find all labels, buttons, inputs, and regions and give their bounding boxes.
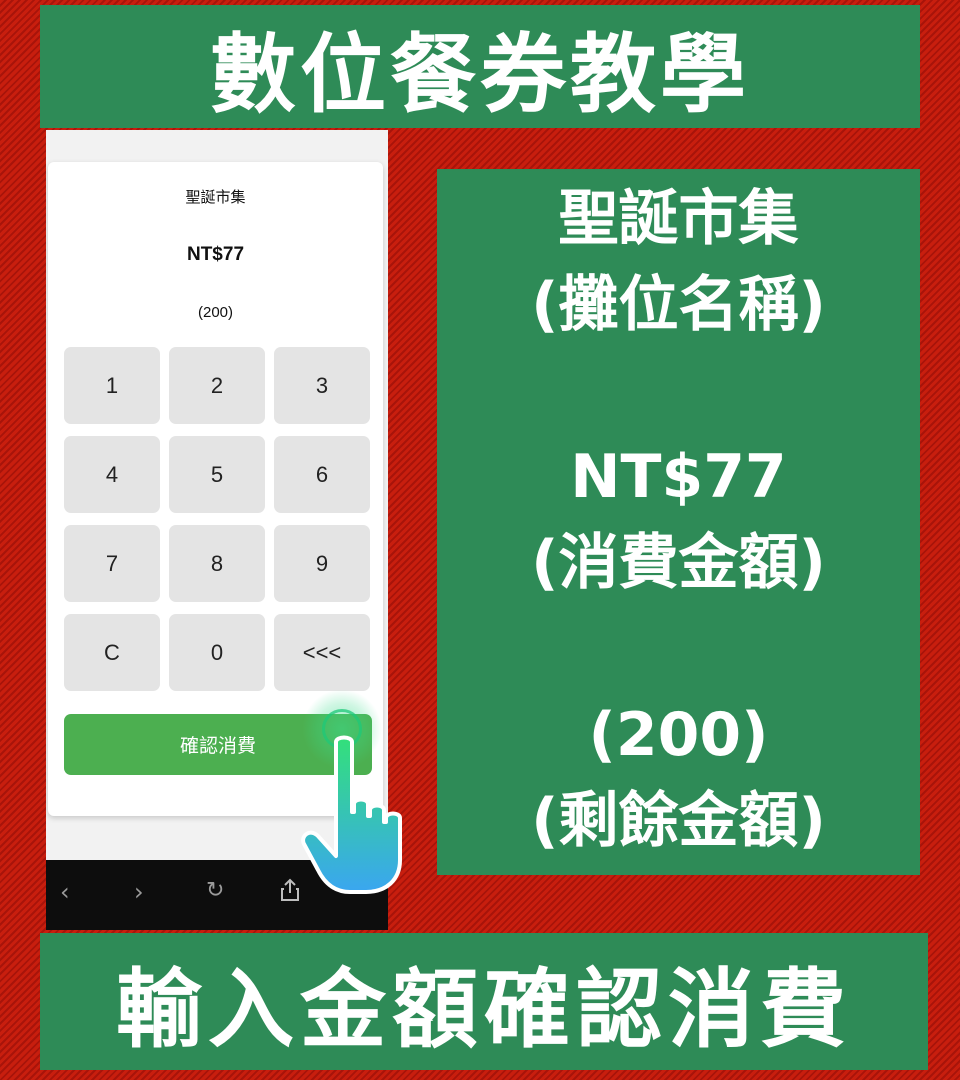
balance-caption: (剩餘金額) (531, 786, 826, 856)
keypad-key-backspace[interactable]: <<< (274, 614, 370, 691)
share-icon[interactable] (280, 878, 300, 908)
amount-caption: (消費金額) (531, 528, 826, 598)
pointing-hand-icon (301, 735, 402, 894)
info-panel: 聖誕市集 (攤位名稱) NT$77 (消費金額) (200) (剩餘金額) (437, 169, 920, 875)
keypad-key-2[interactable]: 2 (169, 347, 265, 424)
amount-large: NT$77 (570, 442, 787, 512)
amount-display: NT$77 (186, 244, 245, 265)
back-icon[interactable]: ‹ (60, 878, 70, 906)
top-banner-title: 數位餐券教學 (40, 5, 920, 128)
balance-large: (200) (588, 700, 769, 770)
stall-name-caption: (攤位名稱) (531, 270, 826, 340)
keypad-key-6[interactable]: 6 (274, 436, 370, 513)
reload-icon[interactable]: ↻ (206, 878, 224, 903)
keypad-key-clear[interactable]: C (64, 614, 160, 691)
bottom-banner-title: 輸入金額確認消費 (40, 933, 928, 1070)
keypad-key-9[interactable]: 9 (274, 525, 370, 602)
keypad-key-3[interactable]: 3 (274, 347, 370, 424)
keypad-key-0[interactable]: 0 (169, 614, 265, 691)
keypad-key-4[interactable]: 4 (64, 436, 160, 513)
stall-name: 聖誕市集 (185, 189, 246, 206)
forward-icon[interactable]: › (134, 878, 144, 906)
keypad-key-1[interactable]: 1 (64, 347, 160, 424)
keypad-key-7[interactable]: 7 (64, 525, 160, 602)
stall-name-large: 聖誕市集 (558, 184, 799, 254)
balance-display: (200) (197, 304, 234, 321)
keypad-key-8[interactable]: 8 (169, 525, 265, 602)
keypad-key-5[interactable]: 5 (169, 436, 265, 513)
